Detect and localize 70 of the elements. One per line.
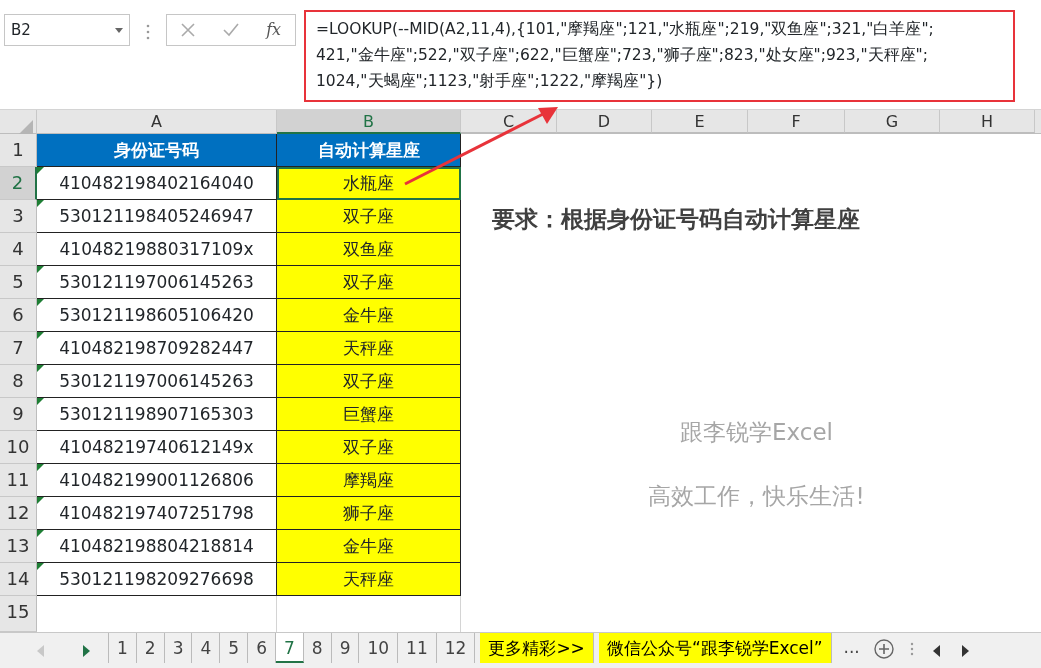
row-header[interactable]: 12 bbox=[0, 497, 37, 530]
table-cell: 身份证号码 bbox=[37, 134, 277, 167]
sheet-tab[interactable]: 2 bbox=[136, 633, 165, 663]
column-header[interactable]: A bbox=[37, 110, 277, 134]
row-header[interactable]: 14 bbox=[0, 563, 37, 596]
more-tabs-button[interactable]: ... bbox=[843, 633, 860, 661]
sheet-tab[interactable]: 微信公众号“跟李锐学Excel” bbox=[598, 633, 832, 663]
sheet-tab[interactable]: 7 bbox=[275, 633, 304, 663]
sheet-tab[interactable]: 10 bbox=[359, 633, 399, 663]
row-header[interactable]: 11 bbox=[0, 464, 37, 497]
cell-reference: B2 bbox=[11, 19, 31, 41]
row-header[interactable]: 2 bbox=[0, 167, 37, 200]
row-header[interactable]: 3 bbox=[0, 200, 37, 233]
table-cell: 金牛座 bbox=[277, 299, 461, 332]
column-header[interactable]: E bbox=[652, 110, 748, 133]
table-cell: 金牛座 bbox=[277, 530, 461, 563]
scroll-left-icon[interactable] bbox=[931, 645, 942, 657]
sheet-tab[interactable]: 3 bbox=[164, 633, 193, 663]
formula-field[interactable]: =LOOKUP(--MID(A2,11,4),{101,"摩羯座";121,"水瓶座";219,"双鱼座";321,"白羊座"; 421,"金牛座";522,"双子座";622,"巨蟹座";723,"狮子座";823,"处女座";923,"天秤座"; 1024,"天蝎座";1123,"射手座";1222,"摩羯座"}) bbox=[304, 10, 1015, 102]
table-cell: 巨蟹座 bbox=[277, 398, 461, 431]
table-cell: 双子座 bbox=[277, 431, 461, 464]
grip-icon bbox=[909, 642, 914, 656]
sheet-tab[interactable]: 6 bbox=[248, 633, 276, 663]
table-cell: 天秤座 bbox=[277, 332, 461, 365]
table-cell: 水瓶座 bbox=[277, 167, 461, 200]
column-header[interactable]: D bbox=[557, 110, 652, 133]
name-box[interactable]: B2 bbox=[4, 14, 130, 46]
check-icon[interactable] bbox=[222, 23, 239, 37]
table-cell: 狮子座 bbox=[277, 497, 461, 530]
table-cell: 双子座 bbox=[277, 365, 461, 398]
row-header[interactable]: 10 bbox=[0, 431, 37, 464]
caret-icon[interactable] bbox=[115, 27, 123, 33]
row-header[interactable]: 8 bbox=[0, 365, 37, 398]
column-header[interactable]: H bbox=[940, 110, 1035, 133]
formula-text-line: =LOOKUP(--MID(A2,11,4),{101,"摩羯座";121,"水瓶座";219,"双鱼座";321,"白羊座"; bbox=[316, 19, 935, 40]
formula-text-line: 421,"金牛座";522,"双子座";622,"巨蟹座";723,"狮子座";823,"处女座";923,"天秤座"; bbox=[316, 45, 929, 66]
sheet-tab[interactable]: 1 bbox=[109, 633, 137, 663]
slogan-text: 跟李锐学Excel bbox=[679, 417, 834, 447]
column-header[interactable]: F bbox=[748, 110, 845, 133]
sheet-tab[interactable]: 4 bbox=[192, 633, 221, 663]
slogan-text: 高效工作，快乐生活! bbox=[647, 482, 866, 511]
table-cell: 双子座 bbox=[277, 266, 461, 299]
add-sheet-icon[interactable] bbox=[873, 639, 894, 659]
row-header[interactable]: 4 bbox=[0, 233, 37, 266]
row-header[interactable]: 1 bbox=[0, 134, 37, 167]
row-header[interactable]: 6 bbox=[0, 299, 37, 332]
scroll-right-icon[interactable] bbox=[959, 645, 970, 657]
sheet-tab[interactable]: 8 bbox=[303, 633, 332, 663]
sheet-tab[interactable]: 12 bbox=[436, 633, 476, 663]
scroll-right-icon[interactable] bbox=[81, 645, 91, 657]
column-header[interactable]: G bbox=[845, 110, 940, 133]
sheet-tab[interactable]: 5 bbox=[220, 633, 249, 663]
row-header[interactable]: 15 bbox=[0, 596, 37, 632]
table-cell: 摩羯座 bbox=[277, 464, 461, 497]
sheet-tab[interactable]: 11 bbox=[398, 633, 437, 663]
row-header[interactable]: 9 bbox=[0, 398, 37, 431]
formula-text-line: 1024,"天蝎座";1123,"射手座";1222,"摩羯座"}) bbox=[316, 71, 664, 92]
table-cell: 双子座 bbox=[277, 200, 461, 233]
insert-function-button[interactable]: fx bbox=[266, 18, 282, 42]
sheet-tab[interactable]: 更多精彩>> bbox=[480, 633, 594, 663]
column-header[interactable]: B bbox=[277, 110, 461, 134]
row-header[interactable]: 13 bbox=[0, 530, 37, 563]
sheet-tab[interactable]: 9 bbox=[331, 633, 360, 663]
grip-icon bbox=[146, 24, 150, 40]
table-cell: 自动计算星座 bbox=[277, 134, 461, 167]
requirement-text: 要求：根据身份证号码自动计算星座 bbox=[492, 205, 861, 234]
table-cell: 双鱼座 bbox=[277, 233, 461, 266]
table-cell: 天秤座 bbox=[277, 563, 461, 596]
row-header[interactable]: 5 bbox=[0, 266, 37, 299]
row-header[interactable]: 7 bbox=[0, 332, 37, 365]
